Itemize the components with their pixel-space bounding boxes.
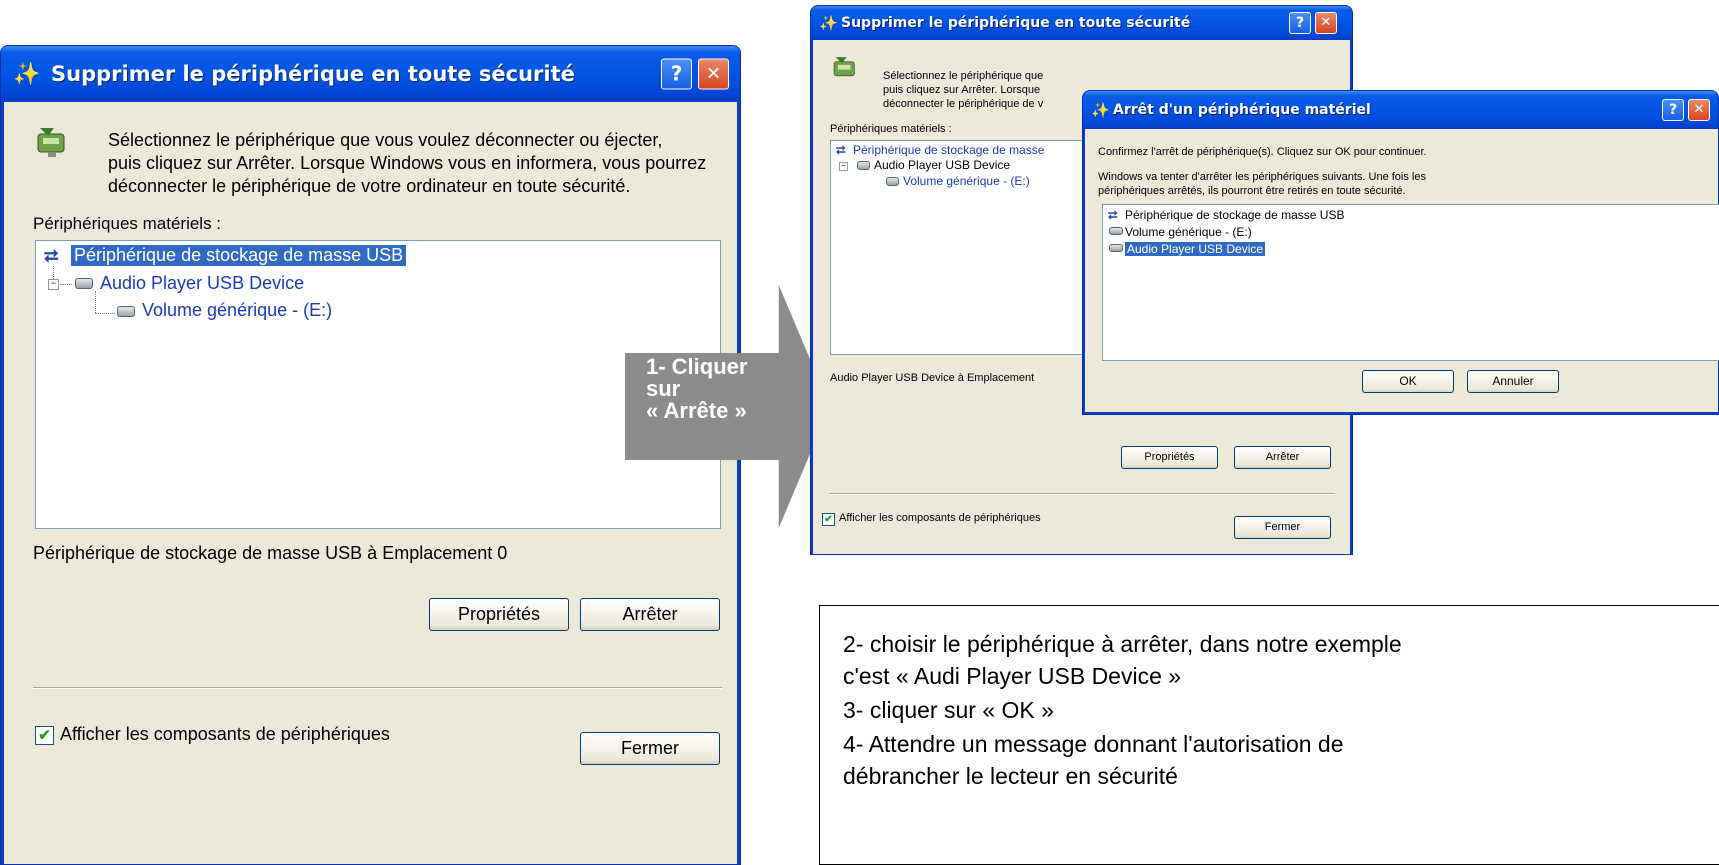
divider xyxy=(33,687,722,689)
step1-label: 1- Cliquer sur « Arrête » xyxy=(646,354,748,423)
hardware-label: Périphériques matériels : xyxy=(33,214,222,233)
devices-list[interactable]: ⮂ Périphérique de stockage de masse USB … xyxy=(1102,204,1719,361)
tree-line xyxy=(95,291,96,313)
help-icon[interactable]: ? xyxy=(661,58,692,90)
hardware-remove-icon xyxy=(833,57,855,77)
window-body: Sélectionnez le périphérique que vous vo… xyxy=(4,102,737,864)
title-bar-small[interactable]: ✨ Supprimer le périphérique en toute séc… xyxy=(811,6,1352,40)
window-title-small: Supprimer le périphérique en toute sécur… xyxy=(841,15,1191,31)
tree-item-audio-player[interactable]: Audio Player USB Device xyxy=(100,273,304,294)
close-button[interactable]: Fermer xyxy=(1234,516,1331,539)
help-icon[interactable]: ? xyxy=(1662,99,1684,121)
tree-item-audio-player[interactable]: Audio Player USB Device xyxy=(874,158,1010,172)
intro-text-line1: Sélectionnez le périphérique que vous vo… xyxy=(108,130,663,150)
drive-icon xyxy=(857,161,870,170)
usb-icon: ⮂ xyxy=(44,246,59,266)
drive-icon xyxy=(1109,227,1123,235)
help-icon[interactable]: ? xyxy=(1289,12,1311,34)
close-icon[interactable]: ✕ xyxy=(1688,99,1710,121)
stop-button[interactable]: Arrêter xyxy=(1234,446,1331,469)
list-item-audio-player[interactable]: Audio Player USB Device xyxy=(1125,242,1266,256)
stop-hardware-dialog: ✨ Arrêt d'un périphérique matériel ? ✕ C… xyxy=(1082,90,1719,415)
safe-removal-icon: ✨ xyxy=(1091,102,1110,119)
drive-icon xyxy=(1109,244,1123,252)
properties-button[interactable]: Propriétés xyxy=(1121,446,1218,469)
intro-text-line3: déconnecter le périphérique de v xyxy=(883,98,1044,110)
drive-icon xyxy=(75,278,93,289)
show-components-checkbox[interactable]: ✔ xyxy=(822,513,835,526)
show-components-checkbox[interactable]: ✔ xyxy=(35,726,54,745)
drive-icon xyxy=(886,177,899,186)
tree-item-volume[interactable]: Volume générique - (E:) xyxy=(903,174,1030,188)
hardware-tree[interactable]: ⮂ Périphérique de stockage de masse USB … xyxy=(35,240,721,529)
instruction-line: débrancher le lecteur en sécurité xyxy=(843,763,1178,789)
dialog-body: Confirmez l'arrêt de périphérique(s). Cl… xyxy=(1085,129,1719,412)
info-text-line2: périphériques arrêtés, ils pourront être… xyxy=(1098,185,1406,197)
divider xyxy=(830,493,1335,495)
hardware-label: Périphériques matériels : xyxy=(830,123,952,135)
intro-text-line2: puis cliquez sur Arrêter. Lorsque Window… xyxy=(108,153,707,173)
confirm-text: Confirmez l'arrêt de périphérique(s). Cl… xyxy=(1098,146,1427,158)
close-button[interactable]: Fermer xyxy=(580,732,720,765)
info-text-line1: Windows va tenter d'arrêter les périphér… xyxy=(1098,171,1426,183)
title-bar[interactable]: ✨ Supprimer le périphérique en toute séc… xyxy=(1,46,740,102)
hardware-remove-icon xyxy=(37,128,65,157)
show-components-label: Afficher les composants de périphériques xyxy=(839,512,1041,524)
safe-removal-icon: ✨ xyxy=(819,15,838,32)
tree-line xyxy=(60,284,72,285)
drive-icon xyxy=(117,306,135,317)
safe-removal-icon: ✨ xyxy=(13,61,41,86)
instruction-line: 2- choisir le périphérique à arrêter, da… xyxy=(843,631,1402,657)
intro-text-line3: déconnecter le périphérique de votre ord… xyxy=(108,176,631,196)
title-bar-dialog[interactable]: ✨ Arrêt d'un périphérique matériel ? ✕ xyxy=(1083,91,1718,129)
tree-item-usb-storage[interactable]: Périphérique de stockage de masse USB xyxy=(71,245,407,266)
collapse-toggle[interactable]: − xyxy=(48,279,59,290)
intro-text-line1: Sélectionnez le périphérique que xyxy=(883,70,1044,82)
status-text: Périphérique de stockage de masse USB à … xyxy=(33,543,508,563)
close-icon[interactable]: ✕ xyxy=(1315,12,1337,34)
instructions-box: 2- choisir le périphérique à arrêter, da… xyxy=(819,605,1719,865)
instruction-line: c'est « Audi Player USB Device » xyxy=(843,663,1182,689)
instruction-line: 3- cliquer sur « OK » xyxy=(843,697,1054,723)
list-item-usb-storage[interactable]: Périphérique de stockage de masse USB xyxy=(1125,208,1344,222)
instruction-line: 4- Attendre un message donnant l'autoris… xyxy=(843,731,1344,757)
cancel-button[interactable]: Annuler xyxy=(1467,370,1559,393)
list-item-volume[interactable]: Volume générique - (E:) xyxy=(1125,225,1252,239)
collapse-toggle[interactable]: − xyxy=(839,162,848,171)
tree-item-usb-storage[interactable]: Périphérique de stockage de masse xyxy=(853,143,1044,157)
intro-text-line2: puis cliquez sur Arrêter. Lorsque xyxy=(883,84,1041,96)
tree-item-volume[interactable]: Volume générique - (E:) xyxy=(142,300,332,321)
properties-button[interactable]: Propriétés xyxy=(429,598,569,631)
tree-line xyxy=(95,313,115,314)
stop-button[interactable]: Arrêter xyxy=(580,598,720,631)
ok-button[interactable]: OK xyxy=(1362,370,1454,393)
status-text: Audio Player USB Device à Emplacement xyxy=(830,372,1035,384)
window-title: Supprimer le périphérique en toute sécur… xyxy=(51,62,575,86)
show-components-label: Afficher les composants de périphériques xyxy=(60,724,390,744)
usb-icon: ⮂ xyxy=(1108,208,1118,222)
close-icon[interactable]: ✕ xyxy=(698,58,729,90)
dialog-title: Arrêt d'un périphérique matériel xyxy=(1113,102,1371,118)
usb-icon: ⮂ xyxy=(836,143,846,157)
